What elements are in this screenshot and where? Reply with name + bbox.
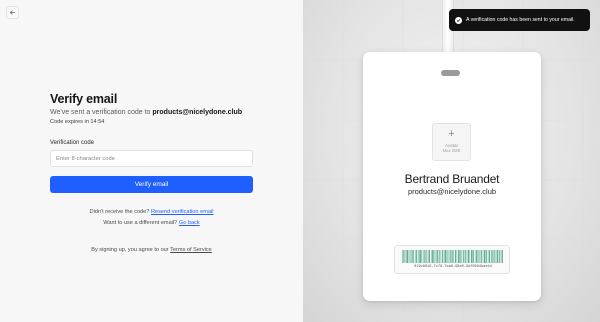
barcode-id: 019c8816-7c78-7ea8-98e0-9df0694bae4d bbox=[414, 265, 492, 269]
barcode bbox=[402, 250, 503, 263]
barcode-bar bbox=[419, 250, 421, 263]
barcode-bar bbox=[423, 250, 424, 263]
barcode-bar bbox=[414, 250, 416, 263]
barcode-bar bbox=[477, 250, 479, 263]
terms-row: By signing up, you agree to our Terms of… bbox=[50, 247, 253, 253]
barcode-bar bbox=[471, 250, 473, 263]
barcode-bar bbox=[437, 250, 439, 263]
barcode-bar bbox=[444, 250, 447, 263]
barcode-bar bbox=[443, 250, 445, 263]
barcode-bar bbox=[421, 250, 423, 263]
resend-link[interactable]: Resend verification email bbox=[151, 209, 214, 215]
barcode-bar bbox=[487, 250, 489, 263]
different-email-row: Want to use a different email? Go back bbox=[50, 220, 253, 226]
barcode-bar bbox=[439, 250, 440, 263]
barcode-bar bbox=[436, 250, 437, 263]
verify-email-button[interactable]: Verify email bbox=[50, 176, 253, 193]
barcode-bar bbox=[447, 250, 449, 263]
code-expiry: Code expires in 14:54 bbox=[50, 119, 105, 125]
barcode-bar bbox=[493, 250, 495, 263]
barcode-bar bbox=[499, 250, 500, 263]
badge-name: Bertrand Bruandet bbox=[404, 172, 500, 186]
barcode-bar bbox=[466, 250, 468, 263]
barcode-bar bbox=[408, 250, 410, 263]
barcode-bar bbox=[492, 250, 493, 263]
barcode-bar bbox=[432, 250, 434, 263]
barcode-bar bbox=[467, 250, 469, 263]
barcode-bar bbox=[491, 250, 492, 263]
barcode-bar bbox=[448, 250, 450, 263]
barcode-bar bbox=[442, 250, 444, 263]
barcode-bar bbox=[455, 250, 457, 263]
barcode-bar bbox=[440, 250, 442, 263]
back-button[interactable] bbox=[6, 6, 19, 19]
barcode-bar bbox=[465, 250, 466, 263]
different-email-prompt: Want to use a different email? bbox=[103, 220, 178, 226]
barcode-bar bbox=[431, 250, 432, 263]
verify-pane: Verify email We've sent a verification c… bbox=[0, 0, 303, 322]
barcode-bar bbox=[469, 250, 470, 263]
resend-prompt: Didn't receive the code? bbox=[89, 209, 150, 215]
sent-prefix: We've sent a verification code to bbox=[50, 109, 151, 116]
barcode-bar bbox=[406, 250, 408, 263]
barcode-bar bbox=[403, 250, 405, 263]
barcode-bar bbox=[496, 250, 499, 263]
barcode-bar bbox=[460, 250, 462, 263]
barcode-bar bbox=[402, 250, 403, 263]
check-circle-icon bbox=[455, 16, 462, 24]
barcode-bar bbox=[474, 250, 476, 263]
barcode-bar bbox=[411, 250, 413, 263]
badge-clip bbox=[441, 70, 460, 76]
barcode-bar bbox=[428, 250, 430, 263]
barcode-bar bbox=[452, 250, 453, 263]
barcode-bar bbox=[413, 250, 414, 263]
barcode-bar bbox=[427, 250, 429, 263]
code-label: Verification code bbox=[50, 140, 95, 146]
barcode-bar bbox=[404, 250, 406, 263]
barcode-bar bbox=[416, 250, 418, 263]
barcode-bar bbox=[410, 250, 411, 263]
barcode-bar bbox=[483, 250, 486, 263]
barcode-bar bbox=[463, 250, 465, 263]
barcode-bar bbox=[458, 250, 460, 263]
barcode-bar bbox=[480, 250, 482, 263]
barcode-bar bbox=[501, 250, 503, 263]
resend-row: Didn't receive the code? Resend verifica… bbox=[50, 209, 253, 215]
go-back-link[interactable]: Go back bbox=[179, 220, 200, 226]
barcode-bar bbox=[479, 250, 481, 263]
barcode-bar bbox=[500, 250, 502, 263]
terms-link[interactable]: Terms of Service bbox=[170, 247, 212, 253]
barcode-panel: 019c8816-7c78-7ea8-98e0-9df0694bae4d bbox=[394, 245, 510, 274]
verify-form: Verify email We've sent a verification c… bbox=[50, 92, 253, 193]
sent-message: We've sent a verification code to produc… bbox=[50, 109, 253, 116]
barcode-bar bbox=[426, 250, 428, 263]
code-input[interactable] bbox=[50, 150, 253, 167]
barcode-bar bbox=[473, 250, 474, 263]
sent-email: products@nicelydone.club bbox=[152, 109, 243, 116]
toast-notification: A verification code has been sent to you… bbox=[449, 9, 590, 31]
badge-email: products@nicelydone.club bbox=[407, 187, 497, 196]
page-title: Verify email bbox=[50, 92, 118, 106]
arrow-left-icon bbox=[9, 10, 16, 15]
barcode-bar bbox=[418, 250, 419, 263]
barcode-bar bbox=[453, 250, 454, 263]
barcode-bar bbox=[456, 250, 458, 263]
barcode-bar bbox=[434, 250, 436, 263]
toast-message: A verification code has been sent to you… bbox=[466, 17, 575, 23]
badge-card: + Avatar Max 2MB Bertrand Bruandet produ… bbox=[363, 52, 541, 301]
barcode-bar bbox=[424, 250, 426, 263]
barcode-bar bbox=[488, 250, 491, 263]
barcode-bar bbox=[486, 250, 487, 263]
terms-prompt: By signing up, you agree to our bbox=[91, 247, 169, 253]
avatar-upload[interactable]: + Avatar Max 2MB bbox=[432, 123, 471, 161]
barcode-bar bbox=[461, 250, 463, 263]
plus-icon: + bbox=[448, 128, 455, 140]
badge-preview-pane: + Avatar Max 2MB Bertrand Bruandet produ… bbox=[303, 0, 600, 322]
barcode-bar bbox=[450, 250, 452, 263]
avatar-size-limit: Max 2MB bbox=[442, 148, 461, 153]
barcode-bar bbox=[482, 250, 484, 263]
barcode-bar bbox=[495, 250, 497, 263]
barcode-bar bbox=[476, 250, 478, 263]
